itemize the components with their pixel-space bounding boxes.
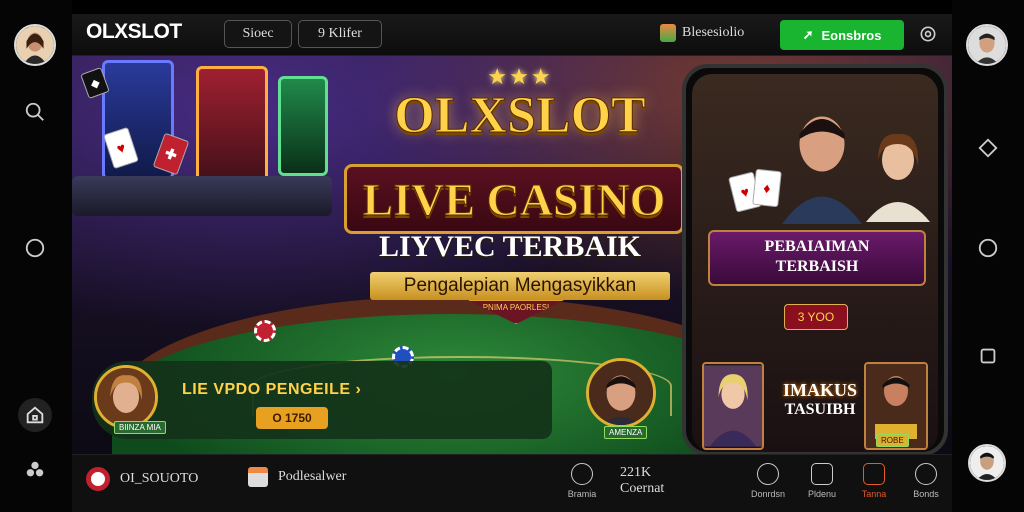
nav-item-games[interactable]: Tanna <box>854 463 894 499</box>
phone-mockup: ♥ ♦ PEBAIAIMAN TERBAISH 3 YOO IMAKUS TAS… <box>682 64 948 454</box>
gift-icon <box>811 463 833 485</box>
thumb-badge: ROBE <box>876 434 909 447</box>
nav-label: Tanna <box>861 489 887 499</box>
nav-label: Pldenu <box>807 489 837 499</box>
dealer-avatar <box>586 358 656 428</box>
nav-item-home[interactable]: Donrdsn <box>748 463 788 499</box>
promo-banner[interactable]: LIE VPDO PENGEILE › O 1750 BIINZA MIA <box>92 361 552 439</box>
hero-tagline: Pengalepian Mengasyikkan <box>370 272 670 300</box>
games-icon <box>863 463 885 485</box>
diamond-icon[interactable] <box>976 136 1000 160</box>
flower-icon[interactable] <box>23 458 47 482</box>
playing-card-icon: ♦ <box>752 168 782 208</box>
user-icon <box>915 463 937 485</box>
phone-mid-text: IMAKUS TASUIBH <box>780 380 860 419</box>
phone-promo-card[interactable]: PEBAIAIMAN TERBAISH <box>708 230 926 286</box>
hero-main-title-box: LIVE CASINO <box>344 164 684 234</box>
hero-title-group: ★★★ OLXSLOT <box>340 64 700 142</box>
arrow-icon: ➚ <box>802 27 814 42</box>
slot-bank <box>72 176 332 216</box>
slot-machine <box>278 76 328 176</box>
brand-label: OI_SOUOTO <box>120 471 199 486</box>
phone-mid-title: IMAKUS <box>782 380 857 400</box>
app-frame: OLXSLOT Sioec 9 Klifer Blesesiolio ➚ Eon… <box>0 0 1024 512</box>
chip-icon <box>254 320 276 342</box>
bottom-center-icon-label: Bramia <box>567 489 597 499</box>
nav-item-account[interactable]: Bonds <box>906 463 946 499</box>
online-count-label: Coernat <box>620 481 665 496</box>
phone-screen: ♥ ♦ PEBAIAIMAN TERBAISH 3 YOO IMAKUS TAS… <box>692 74 938 452</box>
gift-icon <box>660 24 676 42</box>
nav-label: Bonds <box>913 489 939 499</box>
circle-icon[interactable] <box>976 236 1000 260</box>
hero-subtitle: LIYVEC TERBAIK <box>378 230 642 263</box>
dealer-portrait <box>782 116 862 224</box>
hero-main-title: LIVE CASINO <box>362 174 666 226</box>
bottom-link-label: Podlesalwer <box>278 469 347 484</box>
online-count-value: 221K <box>620 465 652 480</box>
wallet-icon <box>571 463 593 485</box>
game-thumbnail[interactable] <box>702 362 764 450</box>
site-logo[interactable]: OLXSLOT <box>86 20 182 44</box>
home-icon <box>757 463 779 485</box>
phone-card-title: PEBAIAIMAN <box>764 238 870 255</box>
bottom-center-icon[interactable]: Bramia <box>560 463 604 499</box>
user-avatar[interactable] <box>14 24 56 66</box>
nav-item-promo[interactable]: Pldenu <box>802 463 842 499</box>
right-rail <box>952 0 1024 512</box>
dealer-badge: AMENZA <box>604 426 648 439</box>
promo-text: LIE VPDO PENGEILE › <box>182 381 362 398</box>
friend-avatar[interactable] <box>968 444 1006 482</box>
phone-card-subtitle: TERBAISH <box>775 258 859 275</box>
shield-icon <box>86 467 110 491</box>
promo-button[interactable]: O 1750 <box>256 407 328 429</box>
hero-brand: OLXSLOT <box>394 87 646 144</box>
register-button[interactable]: ➚ Eonsbros <box>780 20 904 50</box>
nav-button-two[interactable]: 9 Klifer <box>298 20 382 48</box>
bottom-bar: OI_SOUOTO Podlesalwer Bramia 221K Coerna… <box>72 454 952 512</box>
settings-icon[interactable] <box>918 24 938 49</box>
register-label: Eonsbros <box>821 27 882 43</box>
online-count: 221K Coernat <box>620 465 664 497</box>
hero-banner[interactable]: ♥ ✚ ◆ ★★★ OLXSLOT LIVE CASINO LIYVEC TER… <box>72 56 952 454</box>
search-icon[interactable] <box>23 100 47 124</box>
bottom-link[interactable]: Podlesalwer <box>248 467 346 487</box>
home-icon[interactable] <box>18 398 52 432</box>
phone-mid-subtitle: TASUIBH <box>784 401 856 418</box>
host-avatar <box>94 365 158 429</box>
account-link[interactable]: Blesesiolio <box>660 24 744 42</box>
account-label: Blesesiolio <box>682 25 745 40</box>
left-rail <box>0 0 72 512</box>
circle-icon[interactable] <box>23 236 47 260</box>
brand-link[interactable]: OI_SOUOTO <box>86 467 198 491</box>
phone-button[interactable]: 3 YOO <box>784 304 848 330</box>
chat-icon <box>248 467 268 487</box>
square-icon[interactable] <box>976 344 1000 368</box>
top-bar: OLXSLOT Sioec 9 Klifer Blesesiolio ➚ Eon… <box>72 14 952 56</box>
slot-machine <box>196 66 268 186</box>
nav-button-one[interactable]: Sioec <box>224 20 292 48</box>
nav-label: Donrdsn <box>750 489 786 499</box>
host-portrait <box>866 133 930 222</box>
profile-avatar[interactable] <box>966 24 1008 66</box>
promo-badge: BIINZA MIA <box>114 421 166 434</box>
